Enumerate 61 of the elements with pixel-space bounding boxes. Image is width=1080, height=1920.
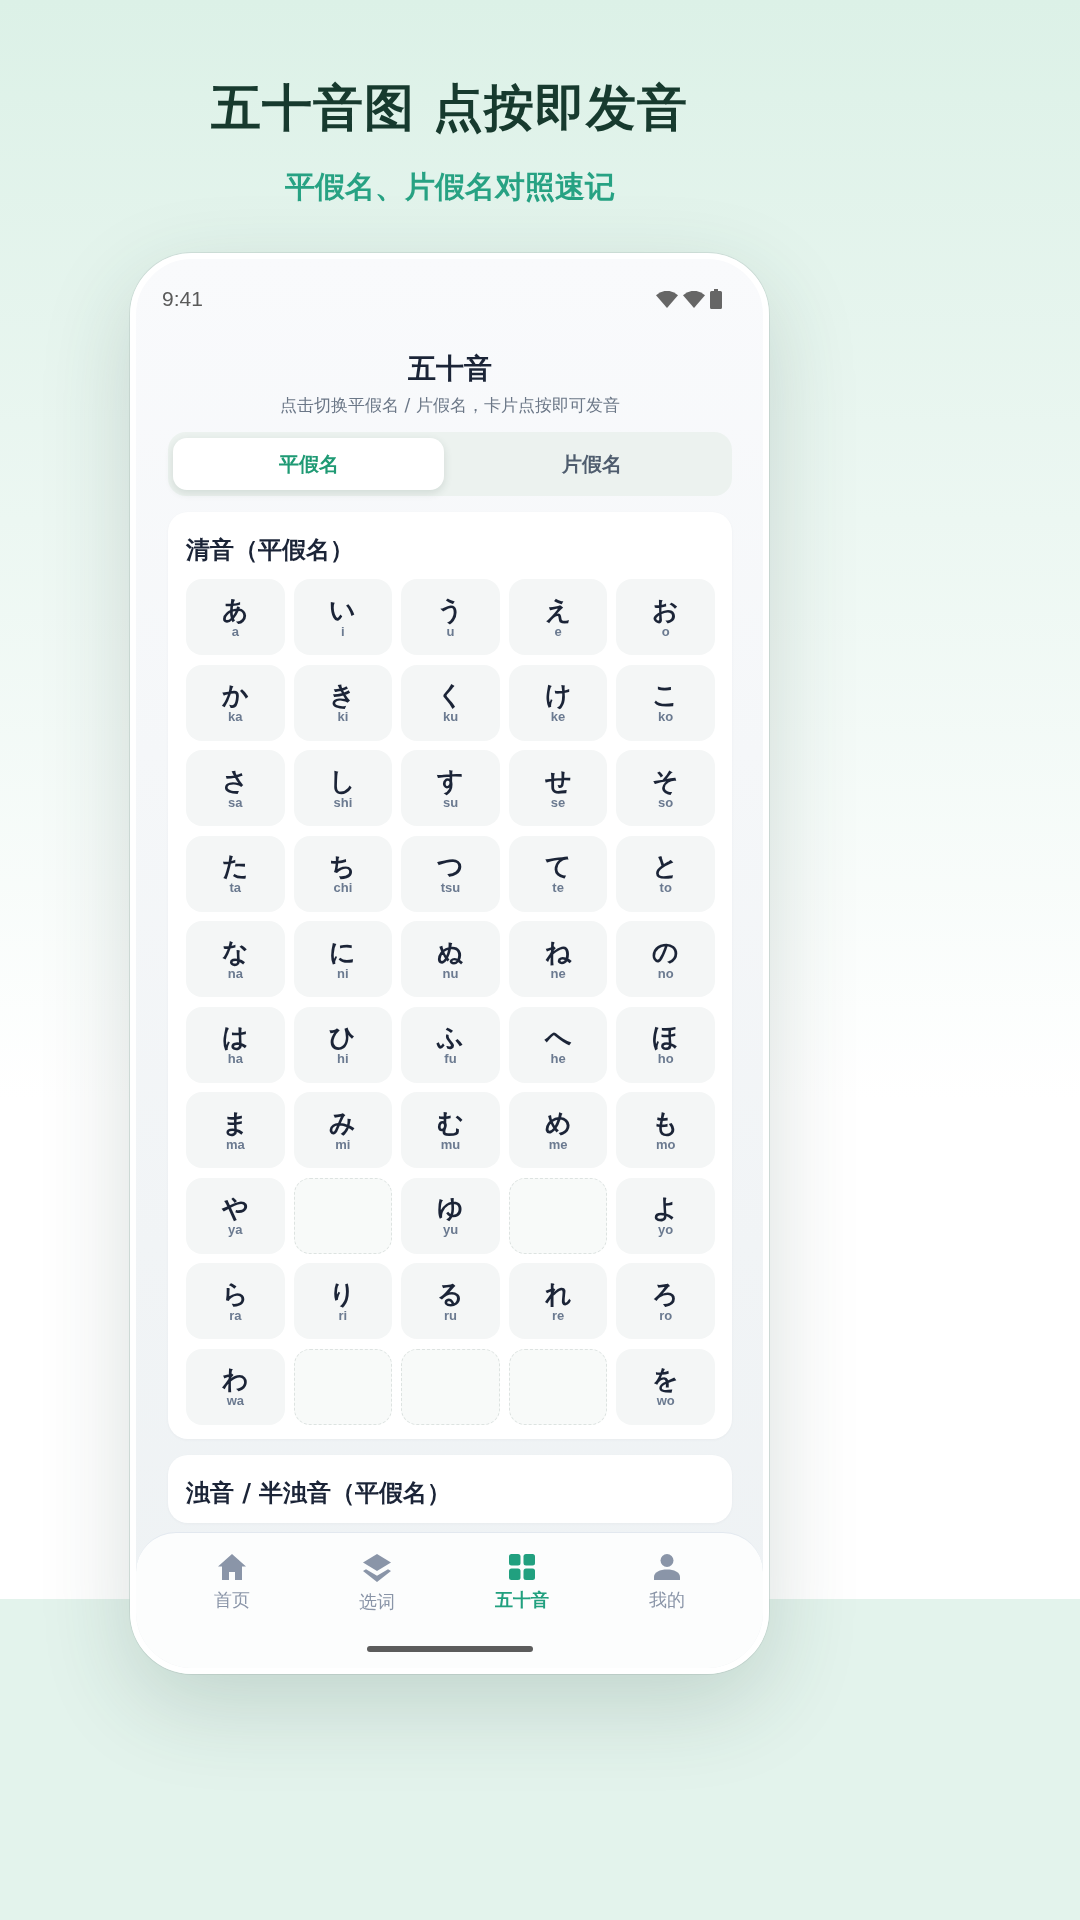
kana-card[interactable]: き ki bbox=[293, 664, 393, 741]
kana-card[interactable]: た ta bbox=[186, 835, 285, 912]
kana-card[interactable]: お o bbox=[616, 579, 715, 655]
kana-card[interactable]: う u bbox=[401, 579, 500, 655]
kana-card[interactable]: わ wa bbox=[186, 1348, 285, 1425]
kana-card[interactable]: を wo bbox=[616, 1348, 715, 1425]
kana-card[interactable]: え e bbox=[508, 579, 608, 655]
kana-card[interactable]: し shi bbox=[293, 750, 393, 826]
kana-card[interactable]: あ a bbox=[186, 579, 285, 655]
kana-card[interactable]: ち chi bbox=[293, 835, 393, 912]
kana-card[interactable]: ゆ yu bbox=[401, 1177, 500, 1254]
kana-card[interactable]: ま ma bbox=[186, 1092, 285, 1168]
kana-card[interactable]: ひ hi bbox=[293, 1006, 393, 1083]
kana-card[interactable]: め me bbox=[508, 1092, 608, 1168]
kana-card[interactable]: ふ fu bbox=[401, 1006, 500, 1083]
kana-card[interactable]: と to bbox=[616, 835, 715, 912]
kana-card[interactable]: ろ ro bbox=[616, 1263, 715, 1339]
kana-card[interactable]: り ri bbox=[293, 1263, 393, 1339]
kana-card[interactable]: の no bbox=[616, 921, 715, 997]
grid-icon bbox=[508, 1554, 535, 1580]
kana-card[interactable]: ね ne bbox=[508, 921, 608, 997]
banner-title: 五十音图 点按即发音 bbox=[210, 78, 689, 139]
kana-card[interactable]: よ yo bbox=[616, 1177, 715, 1254]
battery-icon bbox=[710, 289, 722, 309]
kana-card[interactable]: ら ra bbox=[186, 1263, 285, 1339]
kana-card[interactable]: や ya bbox=[186, 1177, 285, 1254]
kana-card[interactable]: ぬ nu bbox=[401, 921, 500, 997]
kana-card[interactable]: ほ ho bbox=[616, 1006, 715, 1083]
kana-card[interactable]: へ he bbox=[508, 1006, 608, 1083]
tab[interactable]: 片假名 bbox=[456, 438, 727, 490]
wifi-icon bbox=[683, 290, 705, 308]
kana-card[interactable]: れ re bbox=[508, 1263, 608, 1339]
kana-card[interactable]: も mo bbox=[616, 1092, 715, 1168]
layers-icon bbox=[363, 1554, 392, 1582]
kana-card[interactable]: む mu bbox=[401, 1092, 500, 1168]
kana-card[interactable]: み mi bbox=[293, 1092, 393, 1168]
kana-card[interactable]: る ru bbox=[401, 1263, 500, 1339]
banner-subtitle: 平假名、片假名对照速记 bbox=[284, 168, 615, 206]
kana-card[interactable]: す su bbox=[401, 750, 500, 826]
kana-card[interactable]: せ se bbox=[508, 750, 608, 826]
kana-card[interactable]: く ku bbox=[401, 664, 500, 741]
kana-card[interactable]: さ sa bbox=[186, 750, 285, 826]
section-title: 浊音 / 半浊音（平假名） bbox=[186, 1477, 453, 1509]
kana-card[interactable]: こ ko bbox=[616, 664, 715, 741]
kana-card[interactable]: そ so bbox=[616, 750, 715, 826]
wifi-icon bbox=[656, 290, 678, 308]
kana-card[interactable]: い i bbox=[293, 579, 393, 655]
status-time: 9:41 bbox=[162, 287, 203, 311]
kana-card[interactable]: に ni bbox=[293, 921, 393, 997]
section-title: 清音（平假名） bbox=[186, 535, 355, 566]
kana-card[interactable]: て te bbox=[508, 835, 608, 912]
kana-card[interactable]: つ tsu bbox=[401, 835, 500, 912]
screen-subtitle: 点击切换平假名 / 片假名，卡片点按即可发音 bbox=[279, 394, 621, 417]
screen-title: 五十音 bbox=[407, 351, 493, 387]
user-icon bbox=[653, 1554, 680, 1580]
kana-card[interactable]: け ke bbox=[508, 664, 608, 741]
kana-card[interactable]: か ka bbox=[186, 664, 285, 741]
home-icon bbox=[218, 1554, 247, 1580]
tab[interactable]: 平假名 bbox=[173, 438, 444, 490]
kana-card[interactable]: な na bbox=[186, 921, 285, 997]
kana-card[interactable]: は ha bbox=[186, 1006, 285, 1083]
